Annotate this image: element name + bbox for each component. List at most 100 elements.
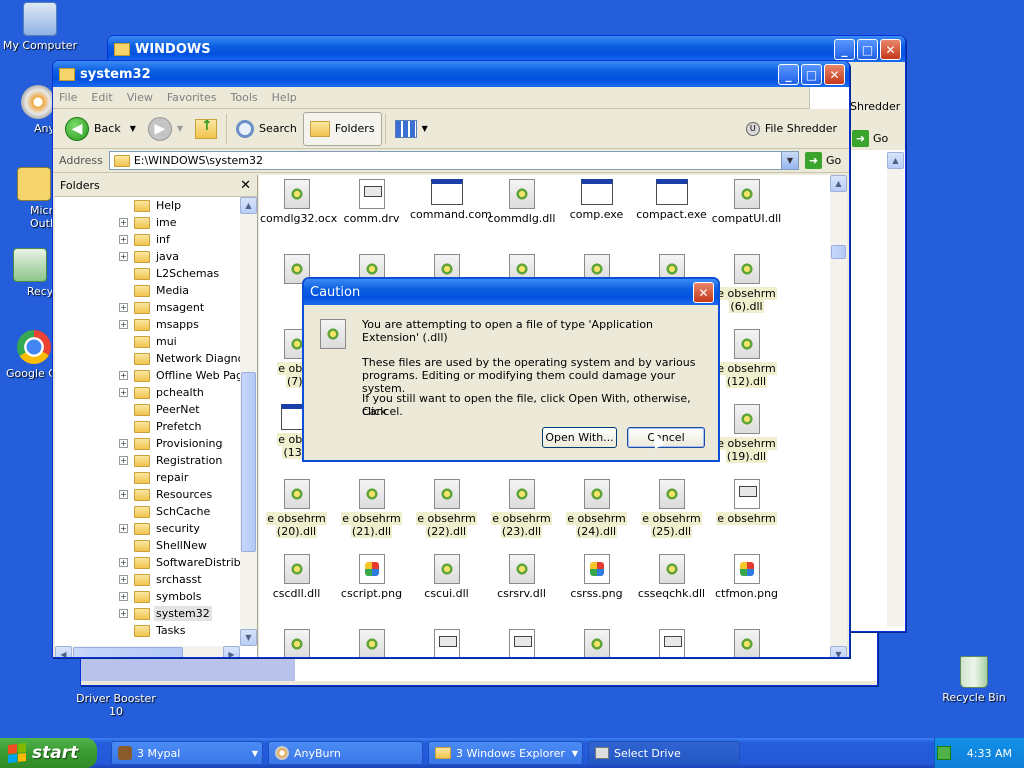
desktop-icon-driver-booster[interactable]: Driver Booster 10 [76, 692, 156, 718]
desktop-icon-my-computer[interactable]: My Computer [0, 2, 80, 52]
expand-plus-icon[interactable]: + [119, 252, 128, 261]
tree-item[interactable]: Network Diagnost [55, 350, 240, 367]
file-item[interactable]: e obsehrm (12).dll [709, 329, 784, 388]
menu-edit[interactable]: Edit [91, 91, 112, 104]
scroll-down-icon[interactable]: ▼ [830, 646, 847, 657]
network-icon[interactable] [936, 746, 951, 760]
menu-help[interactable]: Help [272, 91, 297, 104]
tree-item[interactable]: repair [55, 469, 240, 486]
expand-plus-icon[interactable]: + [119, 456, 128, 465]
expand-plus-icon[interactable]: + [119, 320, 128, 329]
menu-view[interactable]: View [127, 91, 153, 104]
file-item[interactable]: e obsehrm (22).dll [409, 479, 484, 538]
file-item[interactable]: comp.exe [559, 179, 634, 221]
views-button[interactable]: ▼ [389, 112, 434, 146]
tree-item[interactable]: Tasks [55, 622, 240, 639]
expand-plus-icon[interactable]: + [119, 388, 128, 397]
file-item[interactable]: e obsehrm (24).dll [559, 479, 634, 538]
file-item[interactable]: compact.exe [634, 179, 709, 221]
open-with-button[interactable]: Open With... [542, 427, 617, 448]
chevron-down-icon[interactable]: ▼ [781, 152, 798, 169]
expand-plus-icon[interactable]: + [119, 439, 128, 448]
file-item[interactable]: e obsehrm (6).dll [709, 254, 784, 313]
tree-item[interactable]: + srchasst [55, 571, 240, 588]
file-item[interactable] [559, 629, 634, 657]
tree-item[interactable]: + pchealth [55, 384, 240, 401]
file-item[interactable]: cscript.png [334, 554, 409, 600]
search-button[interactable]: Search [230, 112, 303, 146]
file-item[interactable]: e obsehrm [709, 479, 784, 525]
caution-dialog[interactable]: Caution ✕ You are attempting to open a f… [302, 277, 720, 462]
tree-item[interactable]: + SoftwareDistribut [55, 554, 240, 571]
file-item[interactable] [484, 629, 559, 657]
chevron-down-icon[interactable]: ▼ [177, 124, 183, 133]
expand-plus-icon[interactable]: + [119, 303, 128, 312]
windows-titlebar[interactable]: WINDOWS _ □ ✕ [108, 36, 905, 62]
expand-plus-icon[interactable]: + [119, 235, 128, 244]
file-item[interactable] [709, 629, 784, 657]
scroll-up-icon[interactable]: ▲ [240, 197, 257, 214]
tree-item[interactable]: Prefetch [55, 418, 240, 435]
file-item[interactable]: commdlg.dll [484, 179, 559, 225]
start-button[interactable]: start [0, 738, 97, 768]
file-item[interactable] [409, 629, 484, 657]
expand-plus-icon[interactable]: + [119, 558, 128, 567]
expand-plus-icon[interactable]: + [119, 371, 128, 380]
address-input[interactable]: E:\WINDOWS\system32 ▼ [108, 151, 799, 170]
tree-item[interactable]: + java [55, 248, 240, 265]
scroll-thumb[interactable] [241, 372, 256, 552]
scroll-down-icon[interactable]: ▼ [240, 629, 257, 646]
tree-item[interactable]: Help [55, 197, 240, 214]
dialog-titlebar[interactable]: Caution ✕ [304, 279, 718, 305]
file-item[interactable]: e obsehrm (23).dll [484, 479, 559, 538]
taskbar-anyburn[interactable]: AnyBurn [268, 741, 423, 765]
menu-favorites[interactable]: Favorites [167, 91, 217, 104]
taskbar-mypal[interactable]: 3 Mypal ▼ [111, 741, 263, 765]
tree-item[interactable]: + symbols [55, 588, 240, 605]
tree-item[interactable]: + ime [55, 214, 240, 231]
taskbar-windows-explorer[interactable]: 3 Windows Explorer ▼ [428, 741, 583, 765]
up-folder-button[interactable]: ↑ [189, 112, 223, 146]
file-item[interactable]: csrsrv.dll [484, 554, 559, 600]
forward-button[interactable]: ▶ ▼ [142, 112, 189, 146]
taskbar-select-drive[interactable]: Select Drive [588, 741, 740, 765]
file-item[interactable]: cscdll.dll [259, 554, 334, 600]
expand-plus-icon[interactable]: + [119, 575, 128, 584]
close-icon[interactable]: ✕ [240, 178, 251, 193]
file-item[interactable] [634, 629, 709, 657]
windows-vscroll[interactable]: ▲ [887, 152, 904, 627]
tree-item[interactable]: + inf [55, 231, 240, 248]
file-shredder-button[interactable]: U File Shredder [740, 112, 843, 146]
scroll-left-icon[interactable]: ◀ [55, 646, 72, 657]
go-area[interactable]: ➜ Go [850, 126, 905, 150]
tree-item[interactable]: + Offline Web Page [55, 367, 240, 384]
explorer-titlebar[interactable]: system32 _ □ ✕ [53, 61, 849, 87]
tree-item[interactable]: Media [55, 282, 240, 299]
tree-item[interactable]: + msapps [55, 316, 240, 333]
chevron-down-icon[interactable]: ▼ [130, 124, 136, 133]
file-item[interactable]: cscui.dll [409, 554, 484, 600]
expand-plus-icon[interactable]: + [119, 592, 128, 601]
folders-vscroll[interactable]: ▲ ▼ [240, 197, 257, 646]
file-item[interactable]: compatUI.dll [709, 179, 784, 225]
maximize-button[interactable]: □ [857, 39, 878, 60]
file-item[interactable]: e obsehrm (25).dll [634, 479, 709, 538]
tree-item[interactable]: + Resources [55, 486, 240, 503]
back-button[interactable]: ◀ Back ▼ [59, 112, 142, 146]
expand-plus-icon[interactable]: + [119, 218, 128, 227]
file-item[interactable]: ctfmon.png [709, 554, 784, 600]
expand-plus-icon[interactable]: + [119, 609, 128, 618]
minimize-button[interactable]: _ [834, 39, 855, 60]
tree-item[interactable]: mui [55, 333, 240, 350]
tree-item[interactable]: SchCache [55, 503, 240, 520]
menu-tools[interactable]: Tools [231, 91, 258, 104]
file-item[interactable]: comdlg32.ocx [259, 179, 337, 225]
scroll-thumb[interactable] [831, 245, 846, 259]
maximize-button[interactable]: □ [801, 64, 822, 85]
expand-plus-icon[interactable]: + [119, 490, 128, 499]
files-vscroll[interactable]: ▲ ▼ [830, 175, 847, 657]
close-button[interactable]: ✕ [693, 282, 714, 303]
tree-item[interactable]: + Provisioning [55, 435, 240, 452]
close-button[interactable]: ✕ [880, 39, 901, 60]
file-item[interactable]: comm.drv [334, 179, 409, 225]
